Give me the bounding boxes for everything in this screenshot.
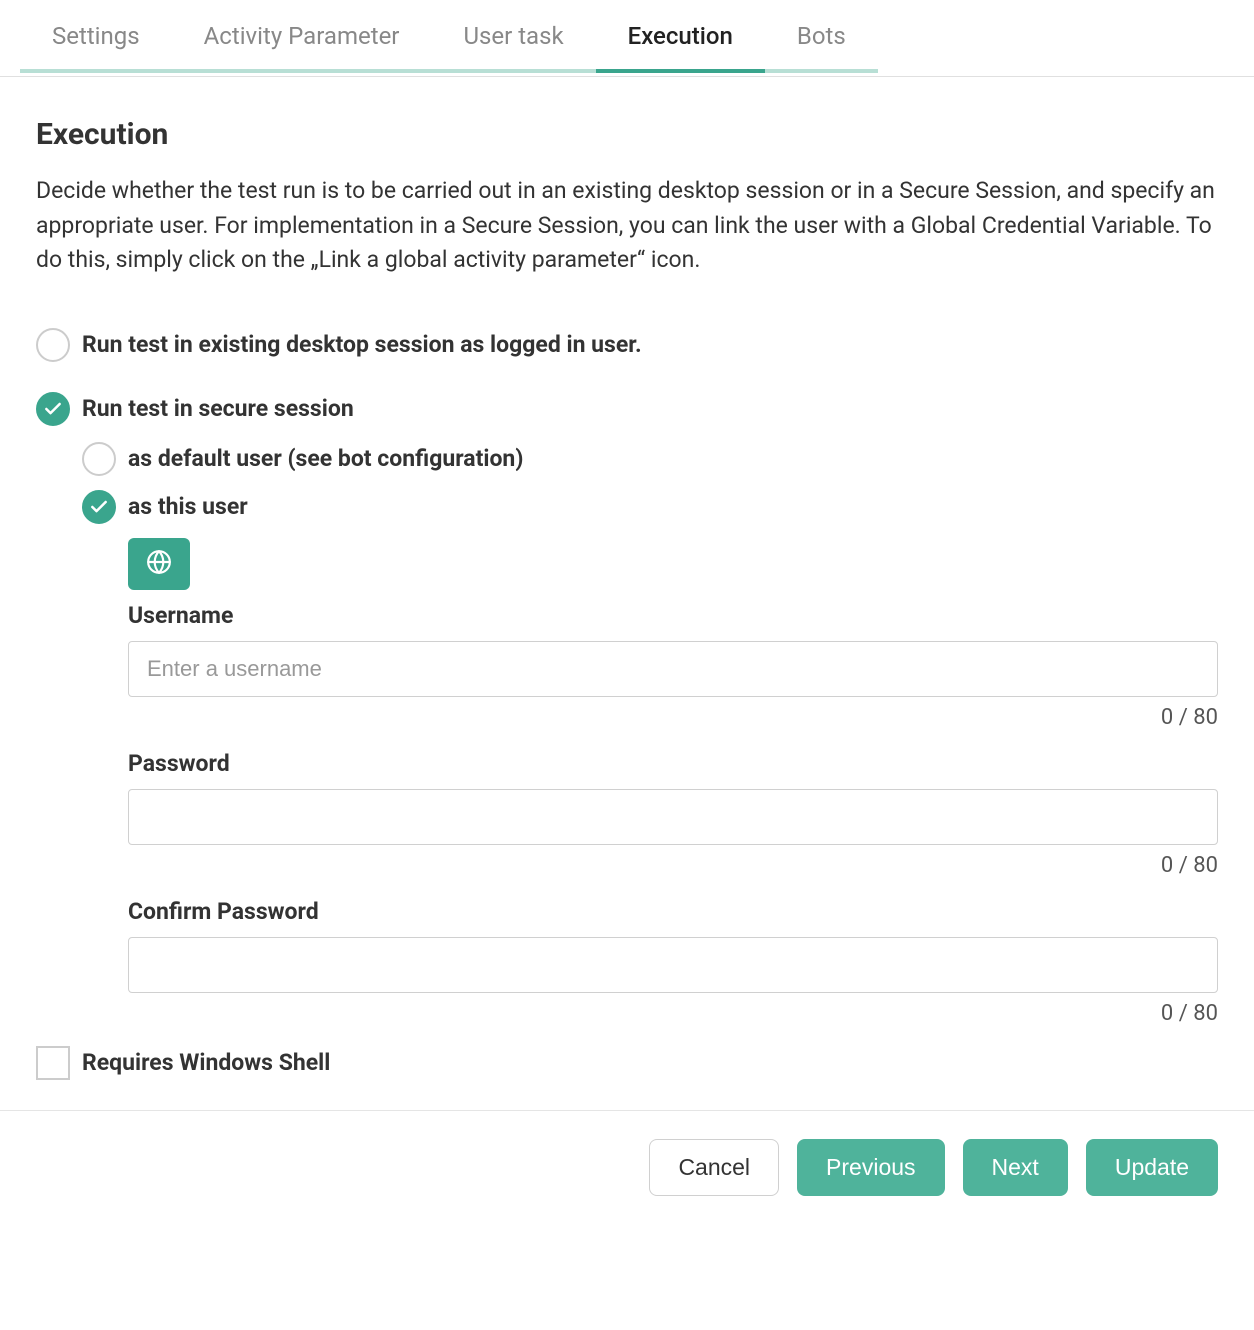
cancel-button[interactable]: Cancel — [649, 1139, 779, 1196]
tab-user-task[interactable]: User task — [431, 0, 595, 76]
globe-icon — [146, 549, 172, 579]
tab-execution[interactable]: Execution — [596, 0, 765, 76]
username-counter: 0 / 80 — [128, 705, 1218, 730]
password-counter: 0 / 80 — [128, 853, 1218, 878]
page-description: Decide whether the test run is to be car… — [36, 174, 1216, 278]
radio-default-user-label: as default user (see bot configuration) — [128, 445, 523, 472]
radio-existing-session-label: Run test in existing desktop session as … — [82, 331, 642, 358]
radio-secure-session[interactable] — [36, 392, 70, 426]
next-button[interactable]: Next — [963, 1139, 1068, 1196]
username-label: Username — [128, 602, 1218, 629]
confirm-password-counter: 0 / 80 — [128, 1001, 1218, 1026]
radio-this-user[interactable] — [82, 490, 116, 524]
previous-button[interactable]: Previous — [797, 1139, 944, 1196]
radio-this-user-label: as this user — [128, 493, 248, 520]
radio-existing-session[interactable] — [36, 328, 70, 362]
confirm-password-input[interactable] — [128, 937, 1218, 993]
username-input[interactable] — [128, 641, 1218, 697]
tab-settings[interactable]: Settings — [20, 0, 172, 76]
radio-secure-session-label: Run test in secure session — [82, 395, 354, 422]
footer: Cancel Previous Next Update — [0, 1110, 1254, 1224]
tab-activity-parameter[interactable]: Activity Parameter — [172, 0, 432, 76]
requires-windows-shell-label: Requires Windows Shell — [82, 1049, 330, 1076]
tab-bots[interactable]: Bots — [765, 0, 878, 76]
password-label: Password — [128, 750, 1218, 777]
link-global-parameter-button[interactable] — [128, 538, 190, 590]
password-input[interactable] — [128, 789, 1218, 845]
radio-default-user[interactable] — [82, 442, 116, 476]
tab-bar: Settings Activity Parameter User task Ex… — [0, 0, 1254, 77]
requires-windows-shell-checkbox[interactable] — [36, 1046, 70, 1080]
update-button[interactable]: Update — [1086, 1139, 1218, 1196]
confirm-password-label: Confirm Password — [128, 898, 1218, 925]
page-title: Execution — [36, 117, 1218, 152]
